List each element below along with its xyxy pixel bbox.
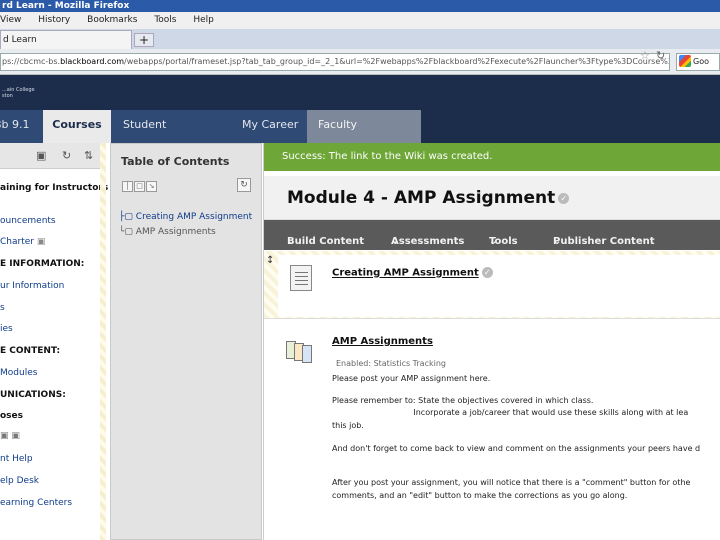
search-box[interactable]: Goo — [676, 53, 720, 71]
menu-history[interactable]: History — [38, 15, 70, 25]
menu-stripe — [100, 143, 106, 540]
chevron-down-icon: ⌄ — [287, 236, 296, 247]
window-title: rd Learn - Mozilla Firefox — [0, 0, 720, 12]
description-line: this job. — [332, 421, 364, 430]
page-header: Module 4 - AMP Assignment ✓ — [264, 176, 720, 220]
success-message: Success: The link to the Wiki was create… — [264, 143, 720, 171]
menu-learning-centers[interactable]: earning Centers — [0, 498, 72, 508]
tab-courses[interactable]: Courses — [43, 110, 111, 143]
menu-announcements[interactable]: ouncements — [0, 216, 56, 226]
menu-charter[interactable]: Charter ▣ — [0, 237, 45, 247]
menu-modules[interactable]: Modules — [0, 368, 37, 378]
menu-help-desk[interactable]: elp Desk — [0, 476, 39, 486]
menu-your-information[interactable]: ur Information — [0, 281, 64, 291]
page-title: Module 4 - AMP Assignment ✓ — [287, 188, 570, 208]
table-of-contents: Table of Contents │ □ ↘ ↻ ├▢ Creating AMP … — [110, 143, 262, 540]
url-bar[interactable]: ps://cbcmc-bs.blackboard.com/webapps/por… — [0, 53, 670, 71]
main-nav: Bb 9.1 Courses Student Information My Ca… — [0, 110, 720, 160]
tab-student-information[interactable]: Student Information — [111, 110, 229, 160]
description-line: comments, and an "edit" button to make t… — [332, 491, 628, 500]
tree-line-icon: └▢ — [119, 227, 136, 237]
expand-icon[interactable]: □ — [134, 181, 145, 192]
item-options-icon[interactable]: ✓ — [481, 267, 493, 278]
action-bar: Build Content ⌄ Assessments ⌄ Tools ⌄ Pu… — [264, 220, 720, 250]
description-line: And don't forget to come back to view an… — [332, 444, 701, 453]
site-header: ...ain College ston — [0, 75, 720, 110]
course-menu: ▣ ↻ ⇅ aining for Instructors ⌂ ouncement… — [0, 143, 118, 540]
menu-view[interactable]: View — [0, 15, 21, 25]
drag-handle-icon[interactable]: ↕ — [266, 255, 274, 266]
menu-section-oses: oses — [0, 411, 24, 421]
toc-title: Table of Contents — [121, 155, 230, 168]
folder-view-icon[interactable]: ▣ — [36, 149, 46, 162]
amp-assignments-link[interactable]: AMP Assignments — [332, 336, 433, 347]
browser-tabbar: d Learn + — [0, 29, 720, 49]
tree-line-icon: ├▢ — [119, 212, 136, 222]
content-item: Creating AMP Assignment ✓ — [278, 255, 720, 317]
tracking-status: Enabled: Statistics Tracking — [336, 359, 446, 368]
options-chevron-icon[interactable]: ✓ — [558, 192, 570, 204]
url-domain: blackboard.com — [60, 57, 125, 66]
college-logo: ...ain College ston — [2, 87, 35, 99]
collapse-icon[interactable]: │ — [122, 181, 133, 192]
reload-icon[interactable]: ↻ — [656, 49, 665, 62]
tab-bb91[interactable]: Bb 9.1 — [0, 110, 43, 143]
url-prefix: ps://cbcmc-bs. — [2, 57, 61, 66]
new-tab-button[interactable]: + — [134, 33, 154, 47]
browser-navbar: ps://cbcmc-bs.blackboard.com/webapps/por… — [0, 49, 720, 75]
browser-tab[interactable]: d Learn — [0, 30, 132, 49]
url-path: /webapps/portal/frameset.jsp?tab_tab_gro… — [124, 57, 670, 66]
refresh-icon[interactable]: ↻ — [62, 149, 71, 162]
content-area: Success: The link to the Wiki was create… — [263, 143, 720, 540]
logo-line-2: ston — [2, 93, 13, 99]
menu-section-content: E CONTENT: — [0, 346, 61, 356]
search-engine-label: Goo — [693, 57, 709, 66]
tab-my-career[interactable]: My Career — [229, 110, 307, 143]
menu-bookmarks[interactable]: Bookmarks — [87, 15, 137, 25]
assignment-icon — [286, 341, 318, 363]
bookmark-star-icon[interactable]: ☆ — [640, 49, 650, 62]
content-item-row: ↕ Creating AMP Assignment ✓ — [264, 251, 720, 319]
toc-controls: │ □ ↘ — [122, 178, 158, 192]
chevron-down-icon: ⌄ — [391, 236, 400, 247]
menu-section-information: E INFORMATION: — [0, 259, 85, 269]
menu-item-ies[interactable]: ies — [0, 324, 13, 334]
course-menu-toolbar: ▣ ↻ ⇅ — [0, 143, 106, 169]
menu-section-communications: UNICATIONS: — [0, 390, 66, 400]
chevron-down-icon: ⌄ — [489, 236, 498, 247]
description-line: Incorporate a job/career that would use … — [332, 408, 689, 417]
tab-faculty-information[interactable]: Faculty Information — [307, 110, 421, 160]
chevron-down-icon: ⌄ — [553, 236, 562, 247]
sort-icon[interactable]: ⇅ — [84, 149, 93, 162]
description-line: After you post your assignment, you will… — [332, 478, 691, 487]
creating-amp-link[interactable]: Creating AMP Assignment ✓ — [332, 267, 493, 279]
document-icon — [290, 265, 312, 291]
detach-icon[interactable]: ↘ — [146, 181, 157, 192]
toc-item-amp-assignments[interactable]: └▢ AMP Assignments — [119, 227, 216, 237]
browser-menubar: View History Bookmarks Tools Help — [0, 12, 720, 29]
toc-refresh-icon[interactable]: ↻ — [237, 178, 251, 192]
menu-tools[interactable]: Tools — [154, 15, 176, 25]
google-icon — [679, 55, 691, 67]
description-line: Please post your AMP assignment here. — [332, 374, 491, 383]
menu-help[interactable]: Help — [193, 15, 214, 25]
menu-small-icons: ▣ ▣ — [0, 431, 20, 441]
toc-item-creating-amp[interactable]: ├▢ Creating AMP Assignment — [119, 212, 252, 222]
page-icon: ▣ — [36, 237, 46, 247]
menu-item-s[interactable]: s — [0, 303, 5, 313]
menu-student-help[interactable]: nt Help — [0, 454, 33, 464]
description-line: Please remember to: State the objectives… — [332, 396, 594, 405]
